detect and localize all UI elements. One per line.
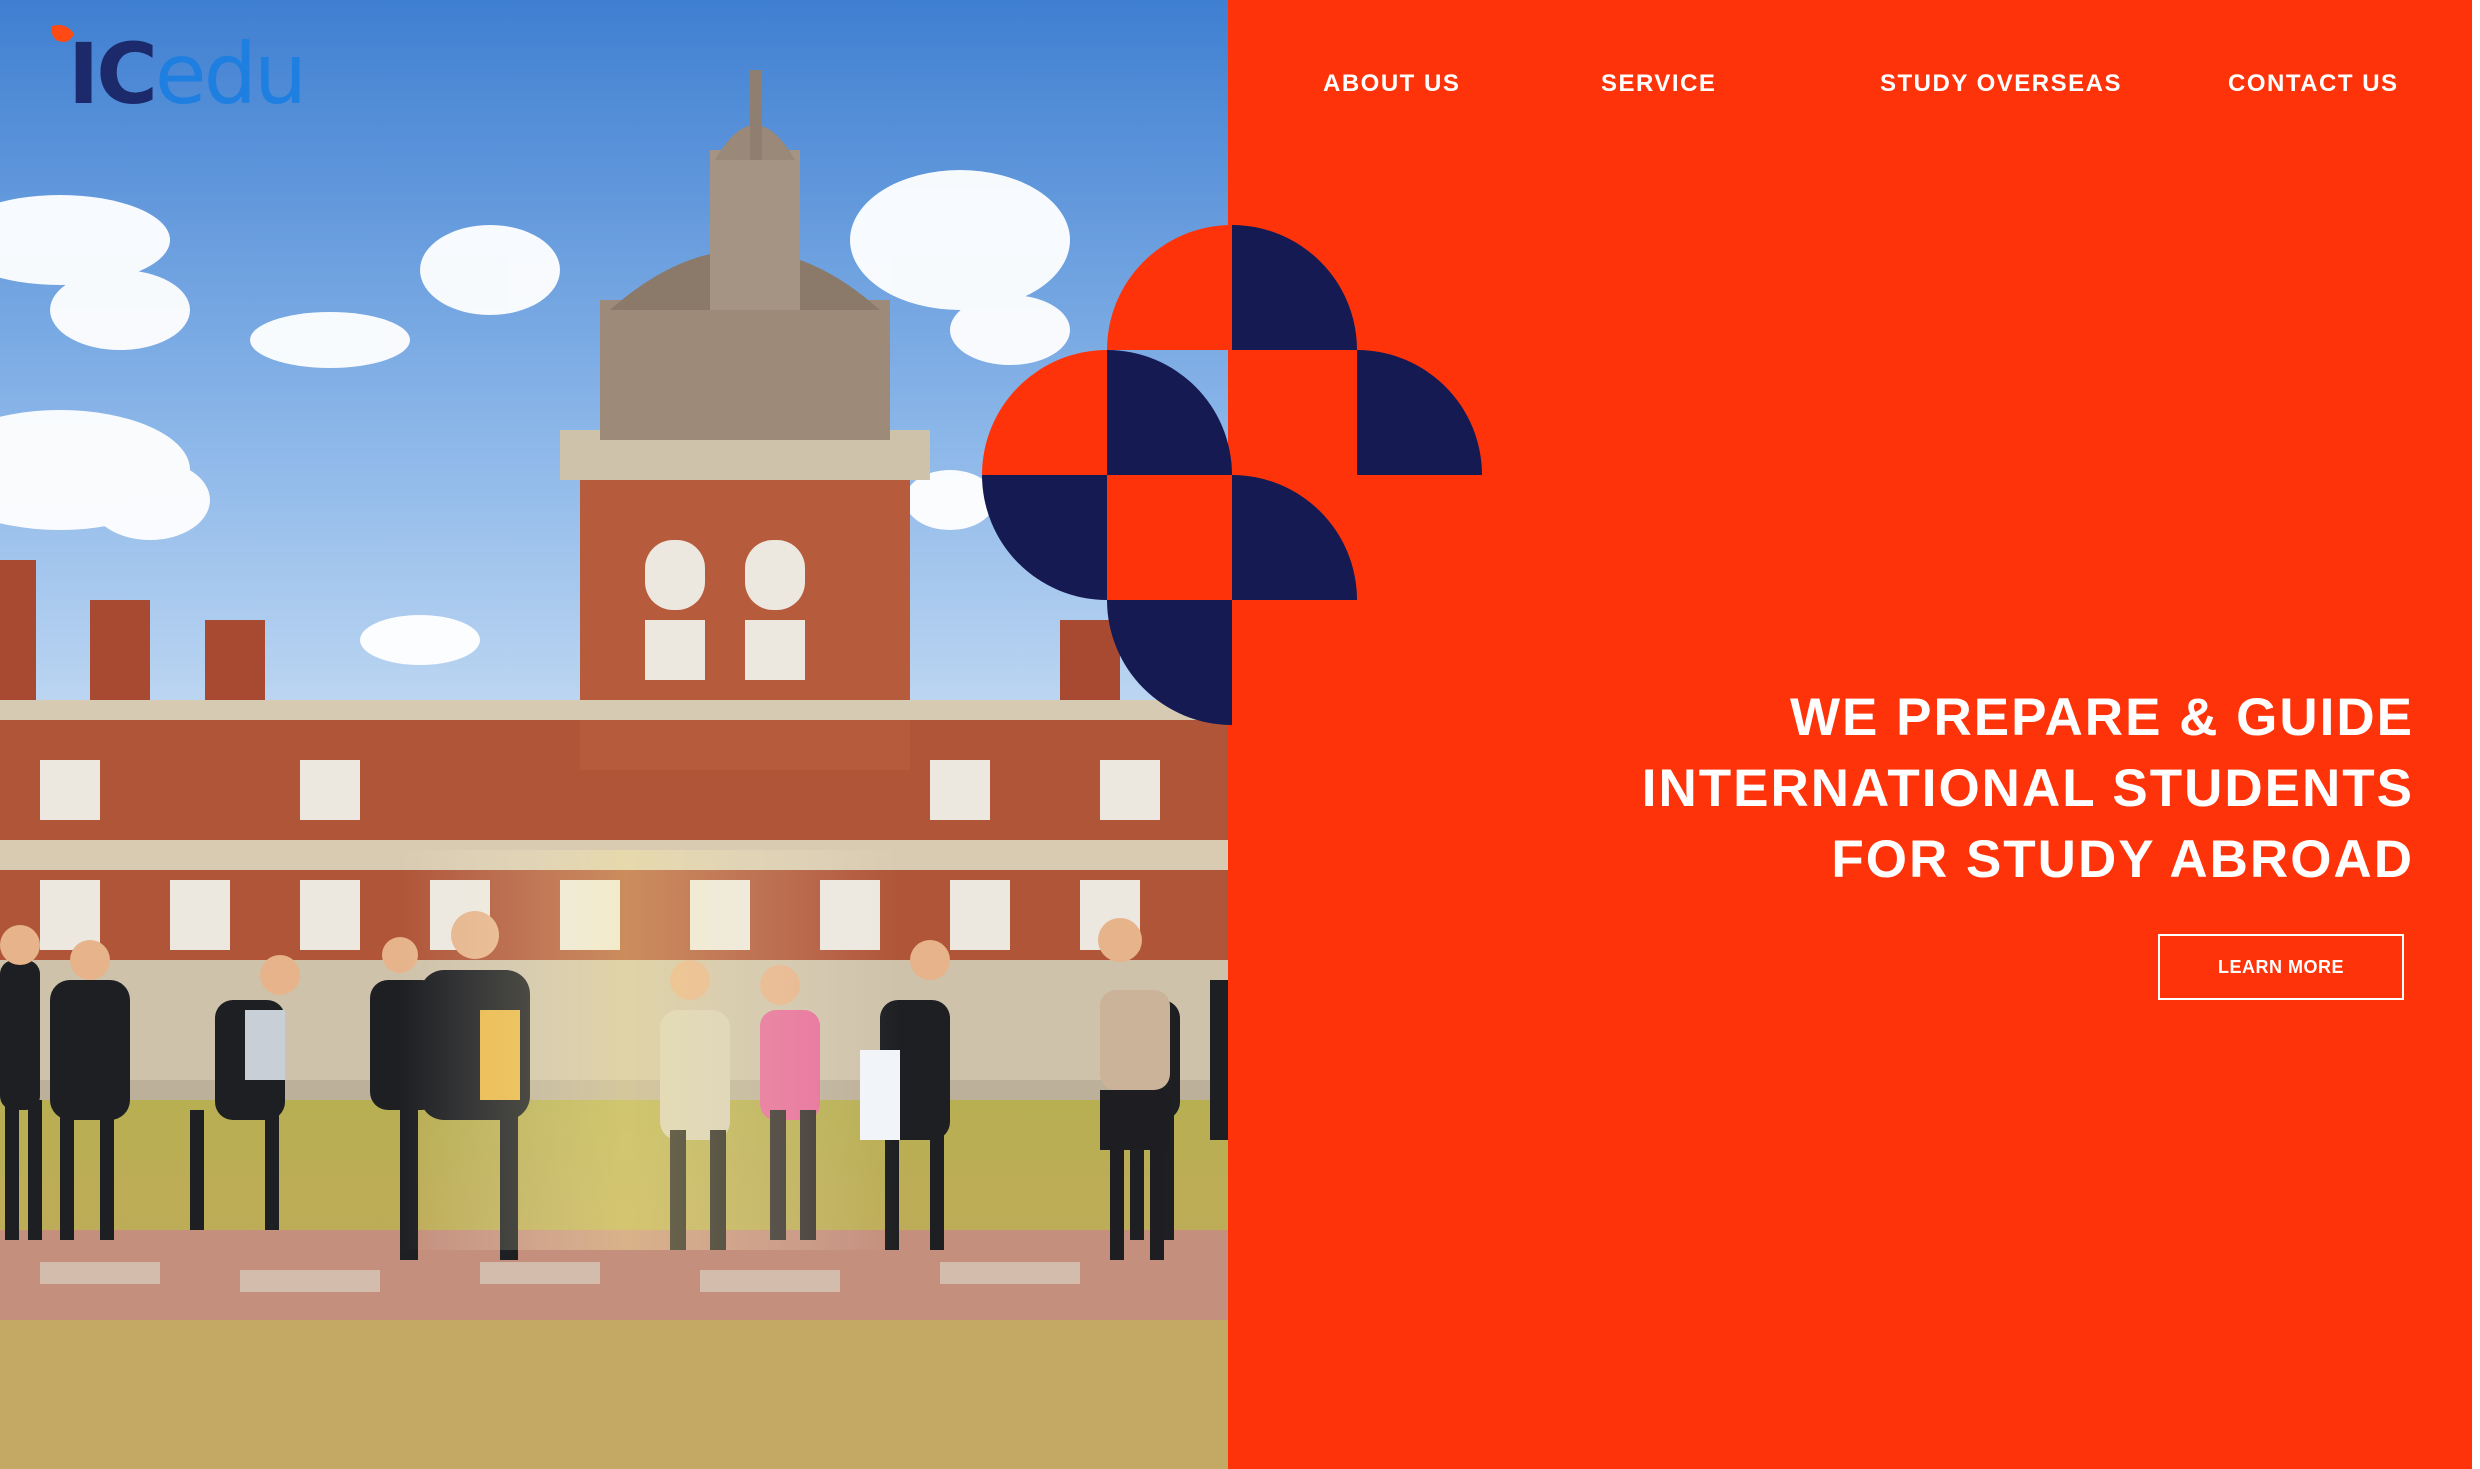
headline-line-1: WE PREPARE & GUIDE xyxy=(1790,688,2414,747)
headline-line-3: FOR STUDY ABROAD xyxy=(1831,830,2414,889)
hero-headline: WE PREPARE & GUIDE INTERNATIONAL STUDENT… xyxy=(1514,682,2414,895)
nav-service[interactable]: SERVICE xyxy=(1601,70,1716,98)
campus-photo xyxy=(0,0,1228,1469)
page-edge xyxy=(2472,0,2480,1469)
petal-emblem-icon xyxy=(982,225,1482,725)
nav-about-us[interactable]: ABOUT US xyxy=(1323,70,1460,98)
main-nav: ABOUT US SERVICE STUDY OVERSEAS CONTACT … xyxy=(0,70,2480,110)
learn-more-button[interactable]: LEARN MORE xyxy=(2158,934,2404,1000)
headline-line-2: INTERNATIONAL STUDENTS xyxy=(1641,759,2414,818)
nav-study-overseas[interactable]: STUDY OVERSEAS xyxy=(1880,70,2122,98)
nav-contact-us[interactable]: CONTACT US xyxy=(2228,70,2399,98)
